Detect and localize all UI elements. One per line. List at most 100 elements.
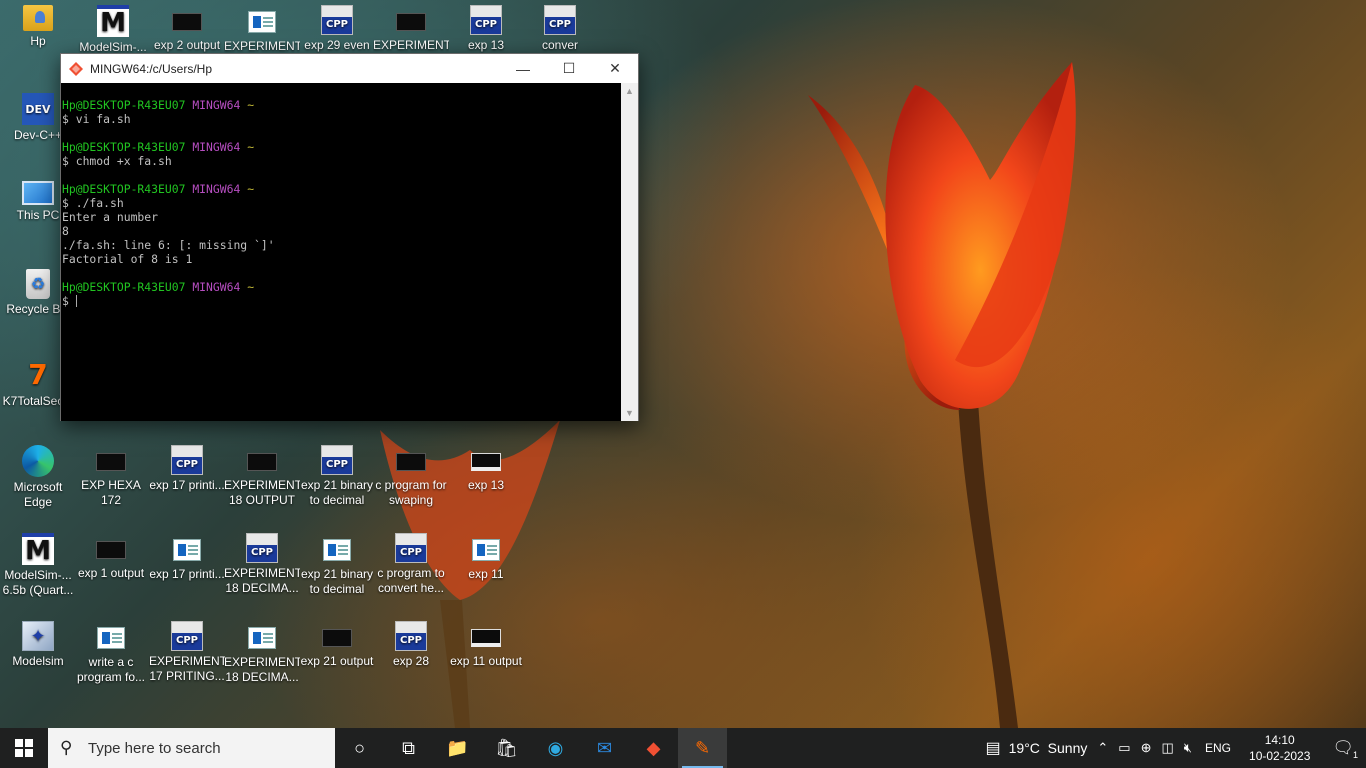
- desktop-icon[interactable]: exp 17 printi...: [149, 529, 225, 615]
- scroll-down-icon[interactable]: ▼: [625, 408, 634, 418]
- start-button[interactable]: [0, 728, 48, 768]
- cpp-file-icon: CPP: [171, 621, 203, 651]
- notification-center-button[interactable]: 🗨︎ 1: [1320, 728, 1366, 768]
- terminal-scrollbar[interactable]: ▲ ▼: [621, 83, 638, 421]
- terminal-output[interactable]: Hp@DESKTOP-R43EU07 MINGW64 ~ $ vi fa.sh H…: [61, 83, 622, 421]
- battery-icon[interactable]: ▭: [1113, 728, 1135, 768]
- network-icon[interactable]: ⊕: [1136, 728, 1157, 768]
- meet-now-icon[interactable]: ◫: [1157, 728, 1179, 768]
- taskbar-git-bash-button[interactable]: ◆: [629, 728, 678, 768]
- taskbar-modelsim-button[interactable]: ✎: [678, 728, 727, 768]
- desktop-icon[interactable]: Microsoft Edge: [0, 441, 76, 527]
- prompt-host: MINGW64: [192, 280, 241, 294]
- taskbar-search-box[interactable]: ⚲ Type here to search: [48, 728, 335, 768]
- prompt-path: ~: [247, 182, 255, 196]
- desktop-icon[interactable]: ✦ Modelsim: [0, 617, 76, 703]
- terminal-prompt-line: Hp@DESKTOP-R43EU07 MINGW64 ~: [62, 140, 622, 154]
- desktop-icon[interactable]: CPP exp 21 binary to decimal: [299, 441, 375, 527]
- desktop-icon[interactable]: EXPERIMENT 18 DECIMA...: [224, 617, 300, 703]
- console-output-icon: [471, 453, 501, 471]
- devcpp-icon: DEV: [22, 93, 54, 125]
- prompt-path: ~: [247, 98, 255, 112]
- desktop-icon-label: EXP HEXA 172: [81, 478, 141, 507]
- desktop-icon[interactable]: exp 11: [448, 529, 524, 615]
- document-icon: [472, 539, 500, 561]
- weather-widget[interactable]: ▤ 19°C Sunny: [981, 728, 1093, 768]
- desktop-icon[interactable]: M ModelSim-... 6.5b (Quart...: [0, 529, 76, 615]
- scroll-up-icon[interactable]: ▲: [625, 86, 634, 96]
- desktop-icon[interactable]: EXPERIMENT 18 OUTPUT: [224, 441, 300, 527]
- console-output-icon: [471, 629, 501, 647]
- cpp-badge: CPP: [400, 635, 422, 646]
- maximize-button[interactable]: ☐: [546, 54, 592, 83]
- desktop-icon-label: exp 17 printi...: [149, 478, 225, 492]
- prompt-host: MINGW64: [192, 182, 241, 196]
- user-folder-icon: [23, 5, 53, 31]
- minimize-button[interactable]: —: [500, 54, 546, 83]
- desktop-icon[interactable]: c program for swaping: [373, 441, 449, 527]
- desktop-icon-label: EXPERIMENT 18 DECIMA...: [224, 655, 300, 684]
- taskbar-microsoft-store-button[interactable]: 🛍: [482, 728, 531, 768]
- terminal-output-line: 8: [62, 224, 69, 238]
- window-titlebar[interactable]: MINGW64:/c/Users/Hp — ☐ ✕: [61, 54, 638, 83]
- taskbar-edge-button[interactable]: ◉: [531, 728, 580, 768]
- prompt-user: Hp@DESKTOP-R43EU07: [62, 280, 186, 294]
- weather-text: 19°C Sunny: [1008, 740, 1088, 756]
- close-button[interactable]: ✕: [592, 54, 638, 83]
- desktop-icon[interactable]: CPP c program to convert he...: [373, 529, 449, 615]
- modelsim-icon: M: [97, 5, 129, 37]
- terminal-window[interactable]: MINGW64:/c/Users/Hp — ☐ ✕ Hp@DESKTOP-R43…: [60, 53, 639, 421]
- terminal-input-line: $: [62, 294, 622, 308]
- prompt-path: ~: [247, 140, 255, 154]
- console-output-icon: [96, 453, 126, 471]
- taskbar-task-view-button[interactable]: ⧉: [384, 728, 433, 768]
- clock-date: 10-02-2023: [1249, 749, 1311, 763]
- desktop-icon-label: Hp: [30, 34, 46, 48]
- taskbar: ⚲ Type here to search ○ ⧉ 📁 🛍 ◉ ✉ ◆ ✎ ▤ 19°C Su…: [0, 728, 1366, 768]
- cpp-badge: CPP: [549, 19, 571, 30]
- desktop-icon[interactable]: exp 11 output: [448, 617, 524, 703]
- taskbar-mail-button[interactable]: ✉: [580, 728, 629, 768]
- window-title: MINGW64:/c/Users/Hp: [90, 61, 213, 76]
- terminal-output-line: ./fa.sh: line 6: [: missing `]': [62, 238, 275, 252]
- desktop-icon[interactable]: EXP HEXA 172: [73, 441, 149, 527]
- show-hidden-icons-button[interactable]: ⌃: [1092, 728, 1113, 768]
- document-icon: [248, 627, 276, 649]
- edge-icon: [22, 445, 54, 477]
- volume-muted-icon[interactable]: 🔇︎: [1179, 728, 1197, 768]
- desktop-icon-label: exp 17 printi...: [149, 567, 225, 581]
- desktop-icon[interactable]: CPP EXPERIMENT 17 PRITING...: [149, 617, 225, 703]
- desktop-icon-label: conver: [541, 38, 579, 52]
- desktop-icon-label: exp 21 output: [300, 654, 374, 668]
- modelsim-shortcut-icon: ✦: [22, 621, 54, 651]
- desktop-icon[interactable]: exp 13: [448, 441, 524, 527]
- terminal-prompt-line: Hp@DESKTOP-R43EU07 MINGW64 ~: [62, 182, 622, 196]
- desktop-icon-label: exp 1 output: [77, 566, 145, 580]
- recycle-bin-icon: ♻: [26, 269, 50, 299]
- terminal-output-line: Enter a number: [62, 210, 159, 224]
- cpp-badge: CPP: [475, 19, 497, 30]
- desktop-icon[interactable]: exp 21 binary to decimal: [299, 529, 375, 615]
- desktop-icon-label: Modelsim: [12, 654, 64, 668]
- prompt-user: Hp@DESKTOP-R43EU07: [62, 98, 186, 112]
- desktop-icon[interactable]: exp 1 output: [73, 529, 149, 615]
- taskbar-file-explorer-button[interactable]: 📁: [433, 728, 482, 768]
- desktop-icon-label: exp 21 binary to decimal: [300, 567, 374, 596]
- desktop-icon[interactable]: CPP exp 17 printi...: [149, 441, 225, 527]
- console-output-icon: [396, 13, 426, 31]
- language-indicator[interactable]: ENG: [1197, 728, 1239, 768]
- desktop-icon[interactable]: write a c program fo...: [73, 617, 149, 703]
- desktop-icon[interactable]: CPP EXPERIMENT 18 DECIMA...: [224, 529, 300, 615]
- document-icon: [248, 11, 276, 33]
- modelsim-icon: ✎: [694, 737, 711, 758]
- desktop-icon[interactable]: CPP exp 28: [373, 617, 449, 703]
- desktop-icon[interactable]: exp 21 output: [299, 617, 375, 703]
- clock[interactable]: 14:10 10-02-2023: [1239, 732, 1320, 764]
- terminal-output-line: $ chmod +x fa.sh: [62, 154, 172, 168]
- cpp-file-icon: CPP: [171, 445, 203, 475]
- desktop-icon-label: exp 2 output: [153, 38, 221, 52]
- cpp-file-icon: CPP: [321, 5, 353, 35]
- taskbar-cortana-button[interactable]: ○: [335, 728, 384, 768]
